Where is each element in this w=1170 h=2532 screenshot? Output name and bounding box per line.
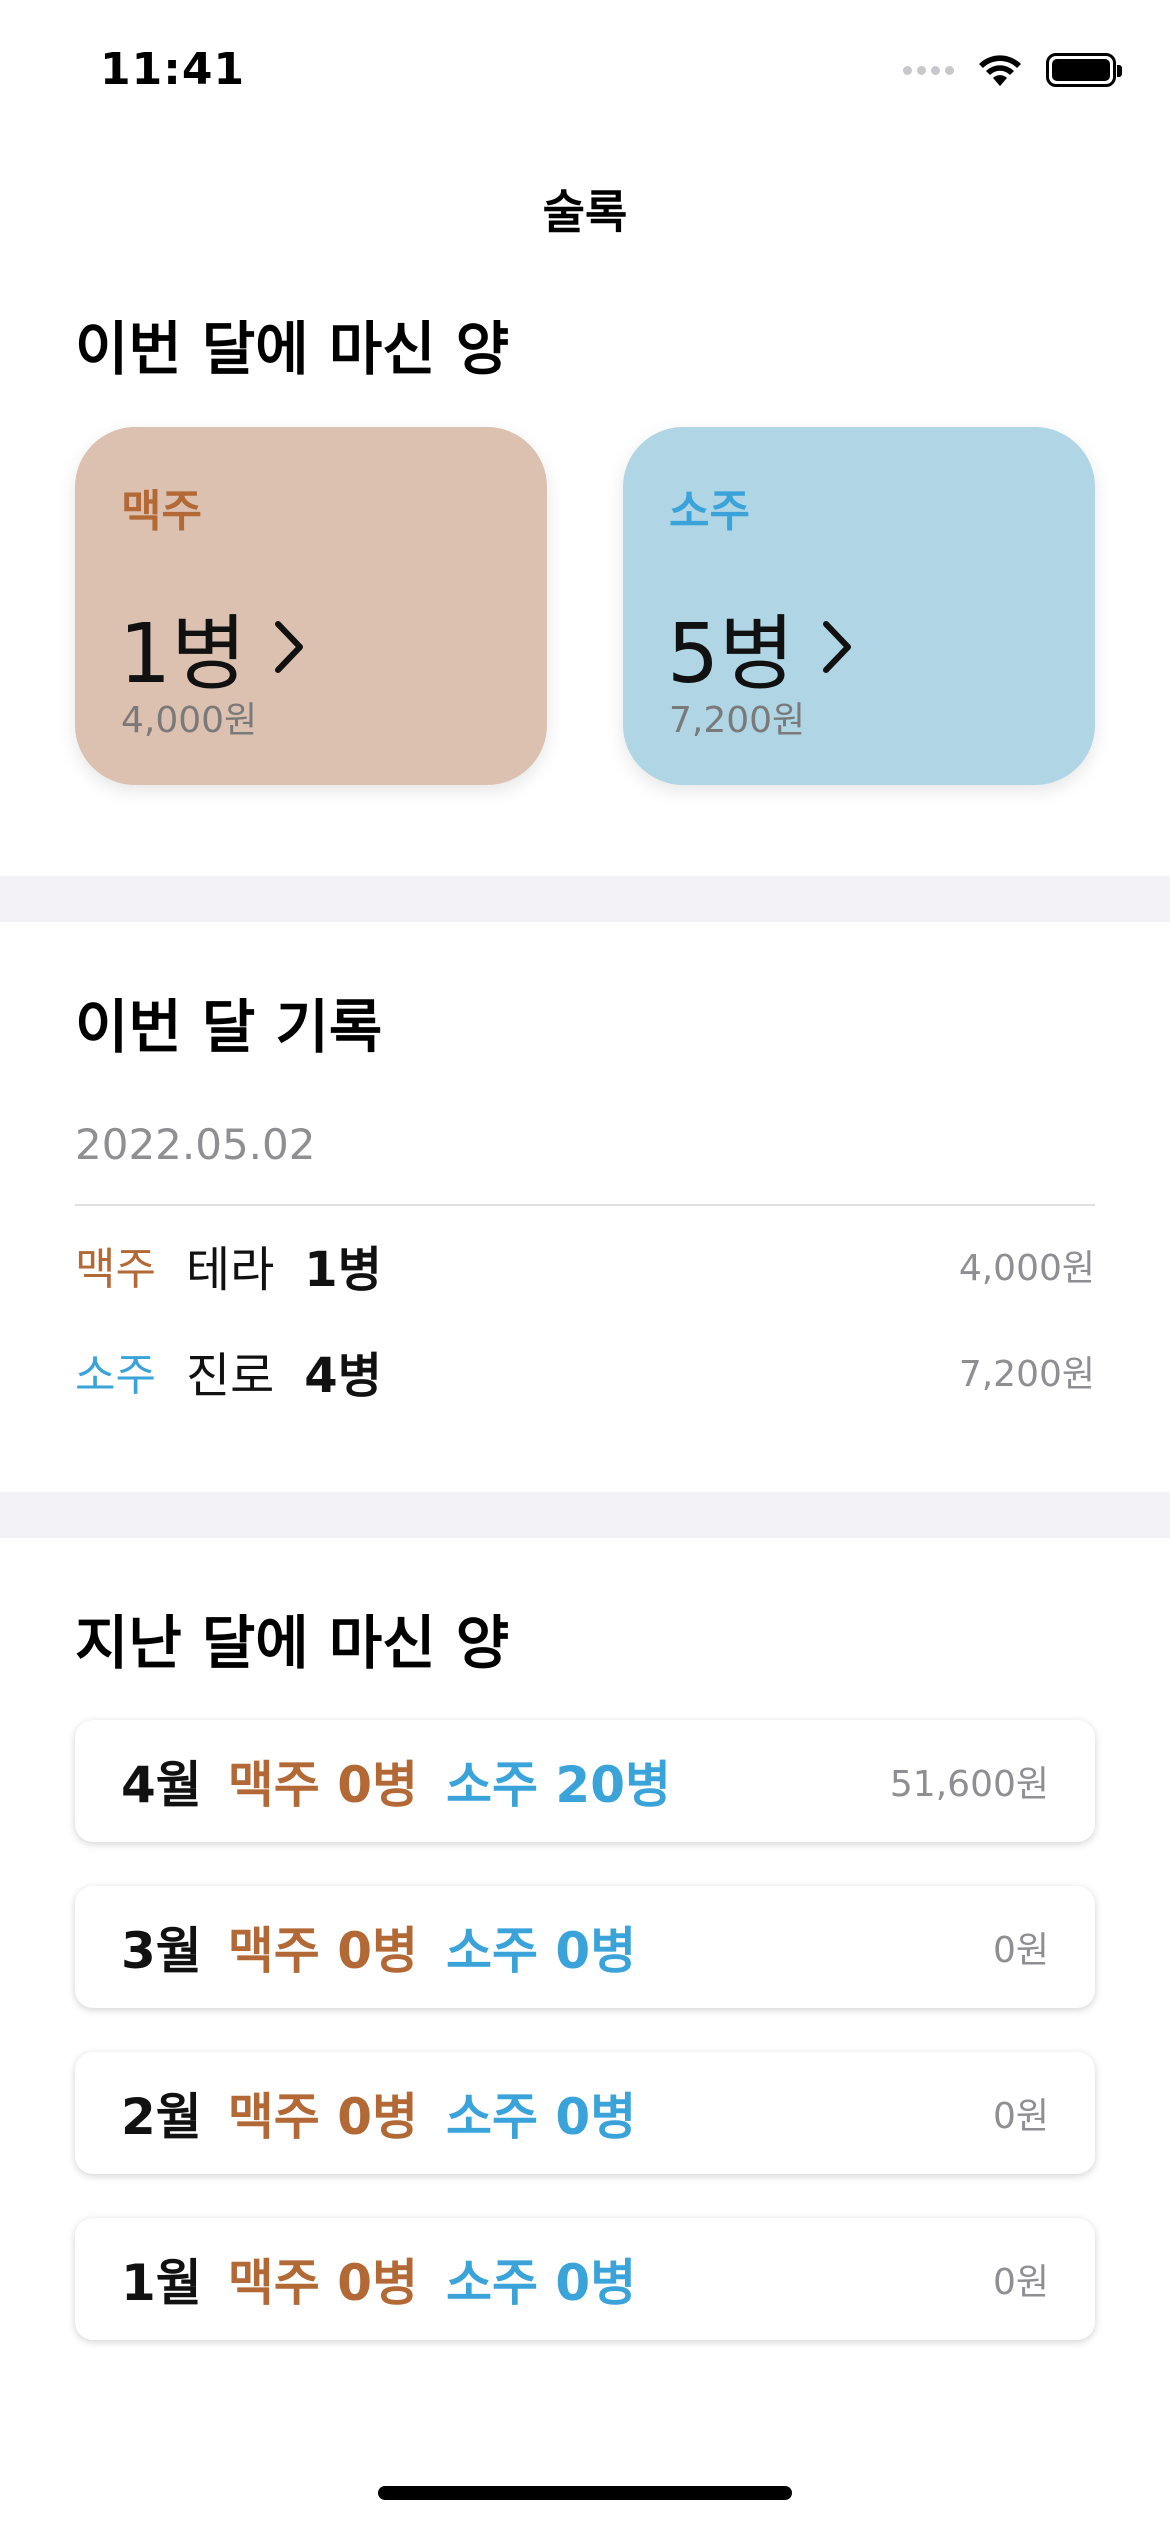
record-row[interactable]: 소주 진로 4병 7,200원 xyxy=(75,1336,1095,1406)
month-total: 0원 xyxy=(992,1930,1049,1971)
record-divider xyxy=(75,1204,1095,1206)
wifi-icon xyxy=(976,52,1024,88)
record-price: 7,200원 xyxy=(958,1354,1095,1395)
month-total: 0원 xyxy=(992,2096,1049,2137)
soju-card-amount: 7,200원 xyxy=(669,700,806,741)
status-icons xyxy=(903,52,1122,88)
month-card-march[interactable]: 3월 맥주 0병 소주 0병 0원 xyxy=(75,1886,1095,2008)
month-beer: 맥주 0병 xyxy=(227,1756,418,1814)
month-label: 3월 xyxy=(121,1922,202,1980)
month-label: 4월 xyxy=(121,1756,202,1814)
beer-card-quantity: 1병 xyxy=(119,607,247,702)
soju-card-kind: 소주 xyxy=(669,486,750,537)
section-divider xyxy=(0,1492,1170,1538)
record-quantity: 1병 xyxy=(304,1242,382,1298)
beer-card-quantity-button[interactable]: 1병 xyxy=(119,587,307,706)
last-months-title: 지난 달에 마신 양 xyxy=(75,1609,510,1677)
month-card-february[interactable]: 2월 맥주 0병 소주 0병 0원 xyxy=(75,2052,1095,2174)
this-month-title: 이번 달에 마신 양 xyxy=(75,315,510,383)
month-soju: 소주 0병 xyxy=(446,2088,637,2146)
soju-card-quantity: 5병 xyxy=(667,607,795,702)
record-date: 2022.05.02 xyxy=(75,1120,316,1169)
home-indicator[interactable] xyxy=(378,2486,792,2500)
soju-card[interactable]: 소주 5병 7,200원 xyxy=(623,427,1095,785)
status-bar: 11:41 xyxy=(0,0,1170,150)
record-name: 테라 xyxy=(185,1242,275,1298)
battery-icon xyxy=(1046,53,1122,87)
month-label: 2월 xyxy=(121,2088,202,2146)
record-name: 진로 xyxy=(185,1348,275,1404)
record-row[interactable]: 맥주 테라 1병 4,000원 xyxy=(75,1230,1095,1300)
month-card-january[interactable]: 1월 맥주 0병 소주 0병 0원 xyxy=(75,2218,1095,2340)
soju-card-quantity-button[interactable]: 5병 xyxy=(667,587,855,706)
month-total: 0원 xyxy=(992,2262,1049,2303)
record-price: 4,000원 xyxy=(958,1248,1095,1289)
month-card-april[interactable]: 4월 맥주 0병 소주 20병 51,600원 xyxy=(75,1720,1095,1842)
chevron-right-icon xyxy=(274,620,303,673)
month-beer: 맥주 0병 xyxy=(227,2254,418,2312)
beer-card-kind: 맥주 xyxy=(121,486,202,537)
record-quantity: 4병 xyxy=(304,1348,382,1404)
beer-card-amount: 4,000원 xyxy=(121,700,258,741)
month-beer: 맥주 0병 xyxy=(227,2088,418,2146)
month-beer: 맥주 0병 xyxy=(227,1922,418,1980)
record-kind: 맥주 xyxy=(75,1244,156,1295)
month-label: 1월 xyxy=(121,2254,202,2312)
month-soju: 소주 20병 xyxy=(446,1756,671,1814)
nav-title: 술록 xyxy=(542,185,628,239)
month-total: 51,600원 xyxy=(889,1764,1049,1805)
records-title: 이번 달 기록 xyxy=(75,993,383,1061)
signal-icon xyxy=(903,65,954,75)
month-soju: 소주 0병 xyxy=(446,1922,637,1980)
beer-card[interactable]: 맥주 1병 4,000원 xyxy=(75,427,547,785)
month-soju: 소주 0병 xyxy=(446,2254,637,2312)
status-time: 11:41 xyxy=(100,44,246,95)
record-kind: 소주 xyxy=(75,1350,156,1401)
chevron-right-icon xyxy=(822,620,851,673)
section-divider xyxy=(0,876,1170,922)
